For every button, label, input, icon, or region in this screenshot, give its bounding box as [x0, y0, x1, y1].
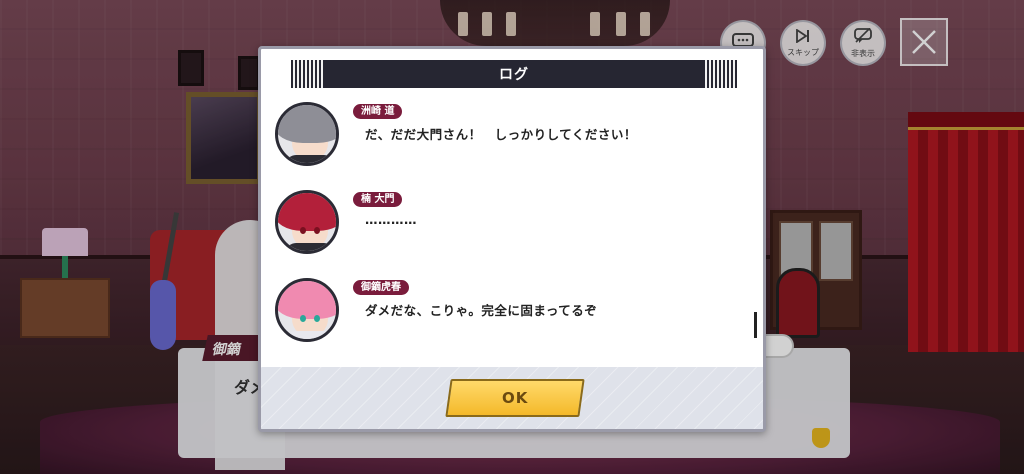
log-modal: ログ 洲崎 道 だ、だだ大門さん！ しっかりしてください！ 楠 大門 ………… — [258, 46, 766, 432]
log-text: ………… — [365, 212, 417, 227]
log-entry: 洲崎 道 だ、だだ大門さん！ しっかりしてください！ — [275, 102, 745, 172]
modal-footer: OK — [261, 367, 763, 429]
log-list[interactable]: 洲崎 道 だ、だだ大門さん！ しっかりしてください！ 楠 大門 ………… 御鏑虎… — [261, 99, 763, 367]
log-entry: 楠 大門 ………… — [275, 190, 745, 260]
speaker-name-tag: 楠 大門 — [353, 192, 403, 207]
avatar-red-hair — [275, 190, 339, 254]
log-entry: 御鏑虎春 ダメだな、こりゃ。完全に固まってるぞ — [275, 278, 745, 348]
log-text: ダメだな、こりゃ。完全に固まってるぞ — [365, 303, 598, 318]
ok-label: OK — [501, 389, 529, 407]
modal-title-bar: ログ — [291, 60, 737, 88]
avatar-pink-hair — [275, 278, 339, 342]
speaker-name-tag: 洲崎 道 — [353, 104, 403, 119]
speaker-name-tag: 御鏑虎春 — [353, 280, 409, 295]
modal-title: ログ — [499, 67, 529, 83]
ok-button[interactable]: OK — [445, 379, 585, 417]
log-text: だ、だだ大門さん！ しっかりしてください！ — [365, 127, 637, 142]
avatar-grey-hair — [275, 102, 339, 166]
log-scrollbar[interactable] — [754, 312, 757, 338]
